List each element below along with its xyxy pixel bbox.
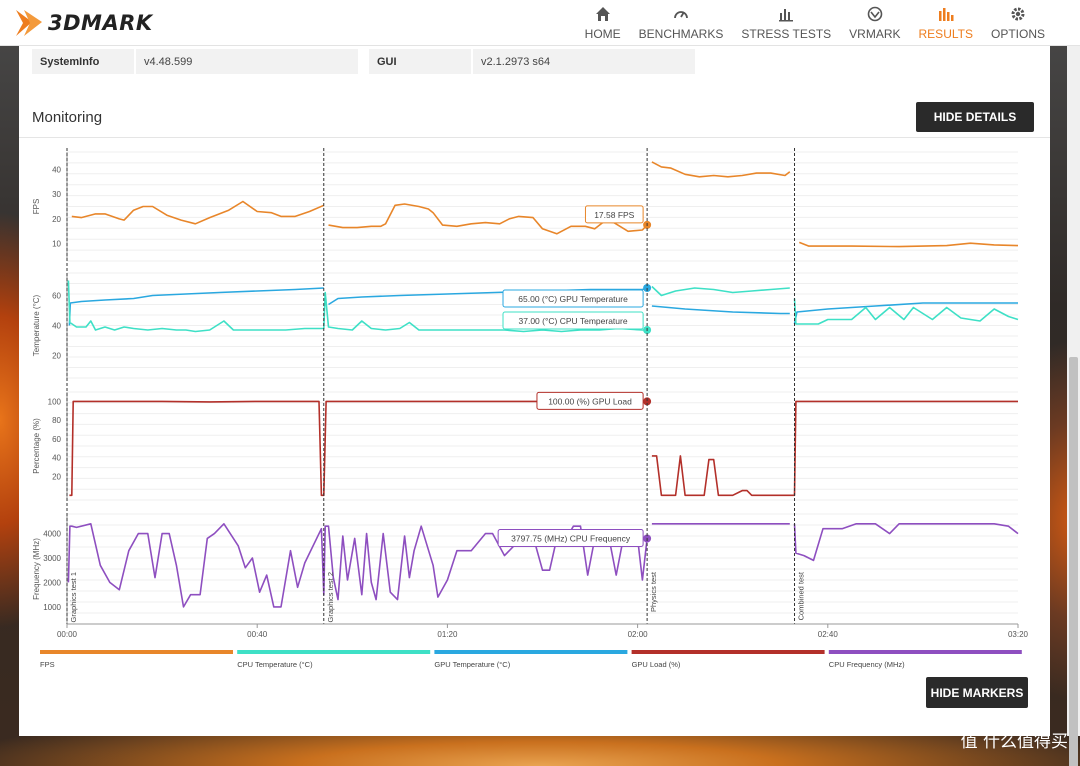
y-tick-label: 10 bbox=[52, 240, 61, 249]
y-tick-label: 30 bbox=[52, 190, 61, 199]
home-icon bbox=[595, 4, 611, 24]
y-axis-label: Percentage (%) bbox=[32, 418, 41, 474]
vr-icon bbox=[867, 4, 883, 24]
tooltip-text: 100.00 (%) GPU Load bbox=[548, 396, 632, 406]
tooltip-text: 3797.75 (MHz) CPU Frequency bbox=[511, 533, 631, 543]
nav-benchmarks[interactable]: BENCHMARKS bbox=[630, 0, 733, 46]
series-line-fps bbox=[71, 161, 1019, 248]
legend-label: GPU Temperature (°C) bbox=[434, 660, 510, 669]
legend-item: GPU Load (%) bbox=[631, 650, 825, 669]
legend-label: CPU Temperature (°C) bbox=[237, 660, 313, 669]
x-tick-label: 00:00 bbox=[57, 630, 78, 639]
logo-text: 3DMARK bbox=[48, 11, 153, 35]
legend-label: GPU Load (%) bbox=[632, 660, 681, 669]
y-axis-label: FPS bbox=[32, 199, 41, 215]
nav-home[interactable]: HOME bbox=[576, 0, 630, 46]
tooltip-text: 65.00 (°C) GPU Temperature bbox=[518, 294, 628, 304]
legend-label: FPS bbox=[40, 660, 55, 669]
nav-label: STRESS TESTS bbox=[741, 27, 832, 41]
app-logo[interactable]: 3DMARK bbox=[14, 6, 153, 40]
y-tick-label: 2000 bbox=[43, 578, 61, 587]
legend-swatch bbox=[828, 650, 1022, 654]
hide-markers-button[interactable]: HIDE MARKERS bbox=[926, 677, 1028, 708]
legend-label: CPU Frequency (MHz) bbox=[829, 660, 905, 669]
main-nav: HOME BENCHMARKS STRESS TESTS VRMARK RESULTS O… bbox=[576, 0, 1054, 46]
top-navigation-bar: 3DMARK HOME BENCHMARKS STRESS TESTS VRMARK R… bbox=[0, 0, 1080, 46]
y-tick-label: 100 bbox=[48, 397, 62, 406]
nav-label: HOME bbox=[584, 27, 621, 41]
nav-results[interactable]: RESULTS bbox=[910, 0, 982, 46]
tooltip-text: 17.58 FPS bbox=[594, 210, 634, 220]
test-marker-label: Graphics test 1 bbox=[69, 572, 78, 622]
gauge-icon bbox=[673, 4, 689, 24]
y-tick-label: 3000 bbox=[43, 554, 61, 563]
y-tick-label: 4000 bbox=[43, 530, 61, 539]
nav-label: BENCHMARKS bbox=[638, 27, 724, 41]
nav-label: OPTIONS bbox=[990, 27, 1045, 41]
y-axis-label: Temperature (°C) bbox=[32, 294, 41, 356]
results-icon bbox=[938, 4, 954, 24]
legend-swatch bbox=[40, 650, 233, 654]
legend-swatch bbox=[434, 650, 628, 654]
y-tick-label: 40 bbox=[52, 454, 61, 463]
y-tick-label: 60 bbox=[52, 292, 61, 301]
tooltip-text: 37.00 (°C) CPU Temperature bbox=[519, 316, 628, 326]
nav-options[interactable]: OPTIONS bbox=[982, 0, 1054, 46]
y-tick-label: 80 bbox=[52, 416, 61, 425]
monitoring-title: Monitoring bbox=[32, 109, 103, 126]
x-tick-label: 02:40 bbox=[818, 630, 839, 639]
chart-panel-load: 20 40 60 80 100 Percentage (%) 100.00 (%) GPU … bbox=[32, 391, 1018, 501]
gear-icon bbox=[1010, 4, 1026, 24]
y-tick-label: 40 bbox=[52, 322, 61, 331]
x-tick-label: 00:40 bbox=[247, 630, 268, 639]
y-tick-label: 20 bbox=[52, 352, 61, 361]
results-panel: SystemInfo v4.48.599 GUI v2.1.2973 s64 M… bbox=[19, 46, 1050, 736]
section-divider bbox=[19, 137, 1050, 138]
nav-label: RESULTS bbox=[918, 27, 973, 41]
y-tick-label: 20 bbox=[52, 215, 61, 224]
nav-vrmark[interactable]: VRMARK bbox=[840, 0, 909, 46]
info-value: v4.48.599 bbox=[136, 49, 358, 74]
chart-panel-temp: 20 40 60 Temperature (°C) 65.00 (°C) GPU Tem… bbox=[32, 272, 1019, 379]
y-tick-label: 20 bbox=[52, 473, 61, 482]
legend-item: GPU Temperature (°C) bbox=[434, 650, 628, 669]
test-marker-label: Combined test bbox=[797, 571, 806, 620]
legend-item: CPU Temperature (°C) bbox=[237, 650, 431, 669]
legend-item: CPU Frequency (MHz) bbox=[828, 650, 1022, 669]
nav-stress-tests[interactable]: STRESS TESTS bbox=[732, 0, 840, 46]
chart-panel-freq: 1000 2000 3000 4000Frequency (MHz) 3797.75 (… bbox=[32, 513, 1019, 625]
bars-icon bbox=[778, 4, 794, 24]
legend-swatch bbox=[631, 650, 825, 654]
x-tick-label: 02:00 bbox=[628, 630, 649, 639]
nav-label: VRMARK bbox=[849, 27, 901, 41]
test-marker-label: Physics test bbox=[649, 571, 658, 612]
info-key: GUI bbox=[369, 49, 473, 74]
x-tick-label: 01:20 bbox=[437, 630, 458, 639]
page-scrollbar[interactable] bbox=[1067, 46, 1080, 766]
info-value: v2.1.2973 s64 bbox=[473, 49, 695, 74]
monitoring-chart: 10 20 30 40 FPS 17.58 FPS 20 40 60 Temperature (°… bbox=[32, 148, 1029, 669]
info-row-gui: GUI v2.1.2973 s64 bbox=[369, 49, 695, 74]
3dmark-flame-icon bbox=[16, 10, 42, 36]
y-tick-label: 1000 bbox=[43, 603, 61, 612]
y-tick-label: 60 bbox=[52, 435, 61, 444]
info-key: SystemInfo bbox=[32, 49, 136, 74]
test-marker-label: Graphics test 2 bbox=[326, 572, 335, 622]
x-tick-label: 03:20 bbox=[1008, 630, 1029, 639]
watermark-text: 值 什么值得买 bbox=[960, 732, 1068, 752]
info-row-systeminfo: SystemInfo v4.48.599 bbox=[32, 49, 358, 74]
chart-panel-fps: 10 20 30 40 FPS 17.58 FPS bbox=[32, 151, 1019, 262]
watermark: 值 什么值得买 bbox=[961, 727, 1068, 752]
y-tick-label: 40 bbox=[52, 165, 61, 174]
y-axis-label: Frequency (MHz) bbox=[32, 538, 41, 600]
legend-swatch bbox=[237, 650, 431, 654]
hide-details-button[interactable]: HIDE DETAILS bbox=[916, 102, 1034, 132]
series-line-gpu-load bbox=[69, 400, 1018, 497]
scrollbar-thumb[interactable] bbox=[1069, 357, 1078, 766]
legend-item: FPS bbox=[40, 650, 233, 669]
